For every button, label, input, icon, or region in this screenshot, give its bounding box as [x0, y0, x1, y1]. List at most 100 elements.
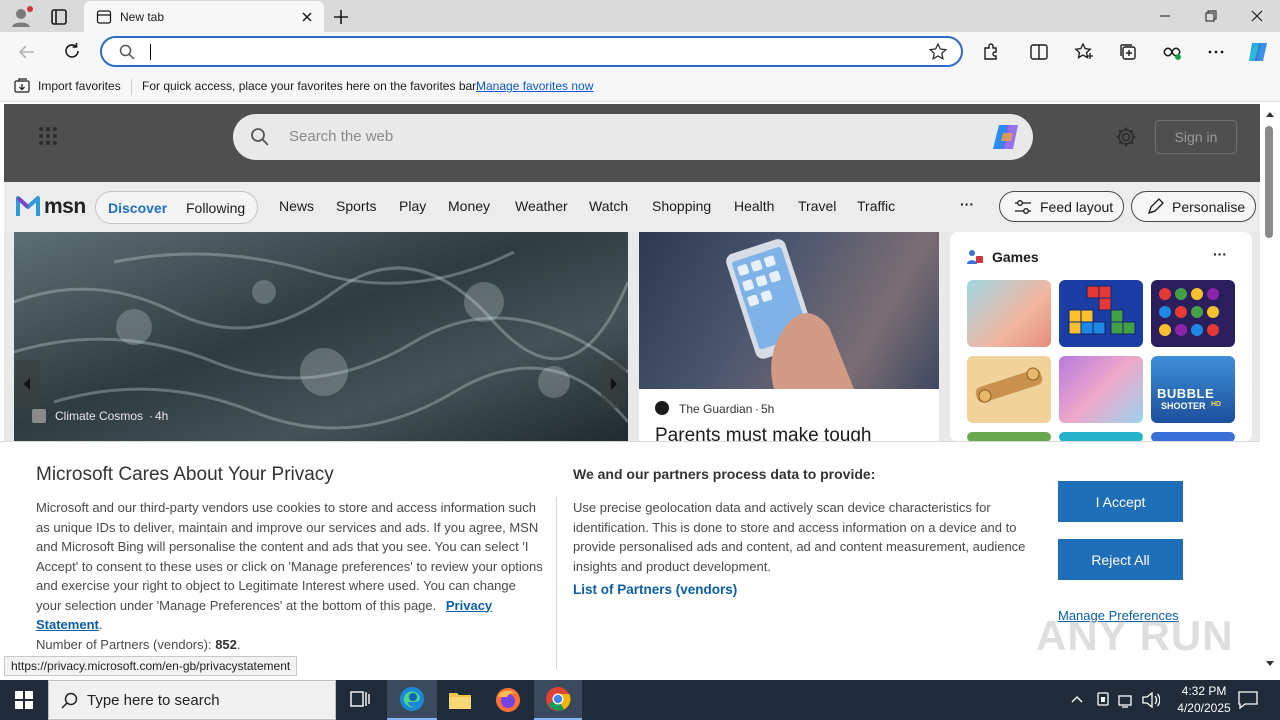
- import-favorites-button[interactable]: Import favorites: [38, 79, 121, 93]
- nav-weather[interactable]: Weather: [515, 198, 568, 214]
- text-caret: [150, 44, 151, 60]
- web-search-box[interactable]: Search the web: [233, 114, 1033, 160]
- games-widget: Games ··· BUBBLE SHOOTER HD: [950, 232, 1252, 442]
- split-screen-icon[interactable]: [1025, 38, 1053, 66]
- scrollbar-thumb[interactable]: [1265, 126, 1273, 238]
- settings-gear-icon[interactable]: [1115, 126, 1137, 148]
- game-tile-gem-match[interactable]: [1151, 280, 1235, 347]
- partners-period: .: [236, 636, 241, 652]
- nav-sports[interactable]: Sports: [336, 198, 376, 214]
- notifications-icon[interactable]: [1238, 691, 1258, 709]
- feed-layout-button[interactable]: Feed layout: [999, 191, 1125, 222]
- dialog-divider: [556, 497, 557, 669]
- tab-discover[interactable]: Discover: [108, 200, 167, 216]
- guardian-logo-icon: [655, 401, 669, 415]
- nav-money[interactable]: Money: [448, 198, 490, 214]
- feed-switcher: Discover Following: [95, 191, 258, 224]
- tab-following[interactable]: Following: [186, 200, 245, 216]
- tab-new-tab[interactable]: New tab: [84, 1, 324, 32]
- collections-icon[interactable]: [1114, 38, 1142, 66]
- card2-headline[interactable]: Parents must make tough: [655, 425, 872, 442]
- nav-watch[interactable]: Watch: [589, 198, 628, 214]
- volume-icon[interactable]: [1142, 692, 1160, 708]
- taskbar-edge[interactable]: [387, 680, 437, 720]
- close-window-button[interactable]: [1234, 0, 1280, 32]
- games-title: Games: [992, 249, 1039, 265]
- phone-in-hand-image: [639, 232, 939, 389]
- reject-all-button[interactable]: Reject All: [1058, 539, 1183, 580]
- profile-icon[interactable]: [10, 5, 34, 29]
- nav-traffic[interactable]: Traffic: [857, 198, 895, 214]
- nav-more-button[interactable]: ···: [960, 196, 974, 212]
- refresh-icon[interactable]: [61, 40, 83, 62]
- scroll-up-icon: [1266, 112, 1274, 117]
- processing-title: We and our partners process data to prov…: [573, 466, 876, 482]
- nav-play[interactable]: Play: [399, 198, 426, 214]
- clock-date: 4/20/2025: [1177, 701, 1231, 715]
- start-button[interactable]: [0, 680, 48, 720]
- card2-separator: ·: [755, 402, 759, 416]
- game-tile-dress-up[interactable]: [967, 280, 1051, 347]
- favorites-icon[interactable]: [1070, 38, 1098, 66]
- carousel-next-button[interactable]: [601, 360, 626, 408]
- privacy-title: Microsoft Cares About Your Privacy: [36, 464, 334, 485]
- copilot-search-icon[interactable]: [991, 123, 1021, 151]
- new-tab-plus-icon[interactable]: [330, 6, 352, 28]
- task-view-icon[interactable]: [336, 680, 384, 720]
- game-tile-block-puzzle[interactable]: [1059, 280, 1143, 347]
- game-tile-bubble-shooter[interactable]: BUBBLE SHOOTER HD: [1151, 356, 1235, 423]
- manage-favorites-link[interactable]: Manage favorites now: [476, 79, 593, 93]
- close-tab-icon[interactable]: [298, 8, 316, 26]
- app-launcher-icon[interactable]: [38, 126, 58, 146]
- game-tile-makeup[interactable]: [1059, 356, 1143, 423]
- nav-news[interactable]: News: [279, 198, 314, 214]
- extensions-icon[interactable]: [977, 38, 1005, 66]
- windows-taskbar: Type here to search 4:32 PM 4/20/2025: [0, 680, 1280, 720]
- page-scrollbar[interactable]: [1260, 104, 1280, 676]
- list-of-partners-link[interactable]: List of Partners (vendors): [573, 582, 737, 597]
- nav-shopping[interactable]: Shopping: [652, 198, 711, 214]
- news-card[interactable]: The Guardian · 5h Parents must make toug…: [639, 232, 939, 442]
- favorite-star-icon[interactable]: [928, 42, 948, 62]
- restore-button[interactable]: [1188, 0, 1234, 32]
- more-menu-icon[interactable]: [1202, 38, 1230, 66]
- game-tile-nuts-bolts[interactable]: [967, 356, 1051, 423]
- search-icon: [118, 43, 136, 61]
- browser-essentials-icon[interactable]: [1158, 38, 1186, 66]
- device-icon[interactable]: [1095, 691, 1111, 709]
- minimize-button[interactable]: [1142, 0, 1188, 32]
- nav-travel[interactable]: Travel: [798, 198, 836, 214]
- hero-card[interactable]: Climate Cosmos · 4h: [14, 232, 628, 442]
- privacy-period: .: [98, 617, 103, 632]
- msn-logo-text: msn: [44, 195, 86, 218]
- nav-health[interactable]: Health: [734, 198, 774, 214]
- source-logo-icon: [32, 409, 46, 423]
- back-icon[interactable]: [16, 41, 38, 63]
- taskbar-search-icon: [61, 692, 79, 710]
- copilot-icon[interactable]: [1244, 38, 1272, 66]
- firefox-icon[interactable]: [484, 680, 532, 720]
- carousel-prev-button[interactable]: [15, 360, 40, 408]
- personalise-button[interactable]: Personalise: [1131, 191, 1257, 222]
- taskbar-clock[interactable]: 4:32 PM 4/20/2025: [1162, 683, 1246, 717]
- browser-toolbar: [0, 32, 1280, 72]
- scroll-down-icon: [1266, 661, 1274, 666]
- tab-actions-icon[interactable]: [48, 6, 70, 28]
- show-hidden-icons-icon[interactable]: [1070, 692, 1084, 706]
- msn-header: Search the web Sign in: [4, 104, 1260, 182]
- games-more-button[interactable]: ···: [1213, 246, 1227, 262]
- file-explorer-icon[interactable]: [436, 680, 484, 720]
- edge-icon: [400, 687, 424, 711]
- msn-nav: msn Discover Following News Sports Play …: [4, 182, 1260, 232]
- address-bar[interactable]: [100, 36, 963, 67]
- chrome-icon[interactable]: [534, 680, 582, 720]
- msn-logo-icon[interactable]: [16, 192, 40, 218]
- sign-in-button[interactable]: Sign in: [1155, 120, 1237, 154]
- processing-body: Use precise geolocation data and activel…: [573, 500, 1026, 574]
- import-favorites-icon[interactable]: [14, 78, 32, 94]
- network-icon[interactable]: [1118, 692, 1136, 708]
- new-tab-page-icon: [96, 9, 112, 25]
- hero-separator: ·: [149, 409, 153, 423]
- taskbar-search-box[interactable]: Type here to search: [48, 680, 336, 720]
- accept-button[interactable]: I Accept: [1058, 481, 1183, 522]
